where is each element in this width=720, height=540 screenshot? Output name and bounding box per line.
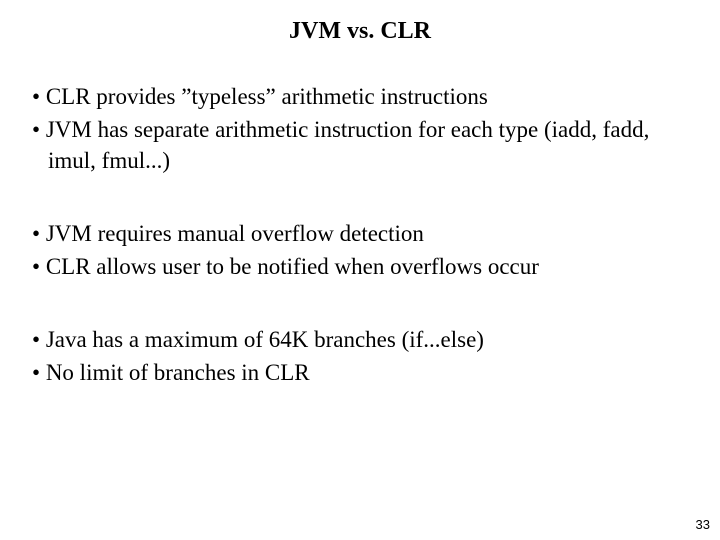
bullet-item: CLR provides ”typeless” arithmetic instr… xyxy=(24,81,696,112)
bullet-item: JVM has separate arithmetic instruction … xyxy=(24,114,696,176)
bullet-item: CLR allows user to be notified when over… xyxy=(24,251,696,282)
slide-title: JVM vs. CLR xyxy=(24,18,696,45)
bullet-group: CLR provides ”typeless” arithmetic instr… xyxy=(24,81,696,176)
page-number: 33 xyxy=(696,517,710,532)
bullet-group: JVM requires manual overflow detection C… xyxy=(24,218,696,282)
bullet-group: Java has a maximum of 64K branches (if..… xyxy=(24,324,696,388)
bullet-item: Java has a maximum of 64K branches (if..… xyxy=(24,324,696,355)
slide: JVM vs. CLR CLR provides ”typeless” arit… xyxy=(0,0,720,540)
bullet-item: No limit of branches in CLR xyxy=(24,357,696,388)
bullet-item: JVM requires manual overflow detection xyxy=(24,218,696,249)
